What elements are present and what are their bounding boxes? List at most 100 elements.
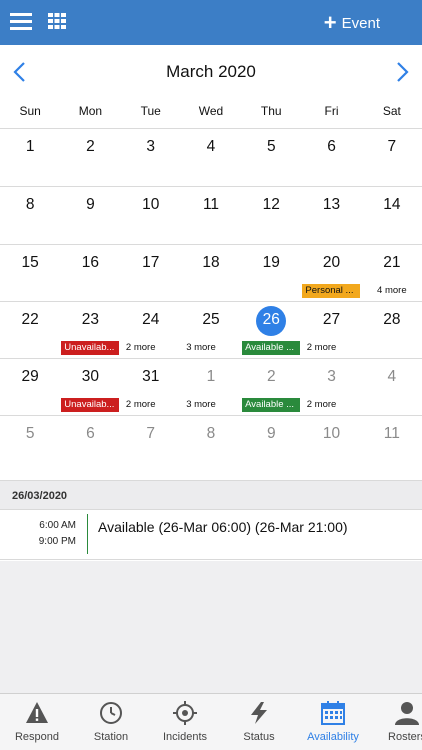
calendar-week: 5 6 7 8 9 10 11 <box>0 415 422 472</box>
day-number: 18 <box>202 254 220 271</box>
calendar-day[interactable]: 7 <box>362 129 422 186</box>
calendar-day[interactable]: 15 <box>0 245 60 301</box>
bottom-tab-bar: Respond Station Incidents Status Availab… <box>0 693 422 750</box>
day-number: 28 <box>383 311 401 328</box>
calendar-day[interactable]: 8 <box>0 187 60 244</box>
calendar-day[interactable]: 17 <box>121 245 181 301</box>
day-number: 11 <box>202 196 220 213</box>
clock-icon <box>100 702 122 724</box>
agenda-date-header: 26/03/2020 <box>0 480 422 510</box>
day-number: 17 <box>142 254 160 271</box>
calendar-day[interactable]: 5 <box>0 416 60 472</box>
more-events-link[interactable]: 3 more <box>161 399 241 410</box>
calendar-day[interactable]: 1 3 more <box>181 359 241 415</box>
tab-rosters[interactable]: Rosters <box>370 694 422 750</box>
personal-event-badge[interactable]: Personal ... <box>302 284 361 298</box>
day-number: 21 <box>383 254 401 271</box>
calendar-day[interactable]: 3 <box>121 129 181 186</box>
day-number: 1 <box>206 368 216 385</box>
calendar-day[interactable]: 16 <box>60 245 120 301</box>
day-number: 20 <box>322 254 341 271</box>
day-number: 8 <box>206 425 216 442</box>
calendar-day[interactable]: 9 <box>60 187 120 244</box>
day-number: 14 <box>383 196 401 213</box>
hamburger-menu-icon[interactable] <box>10 11 32 31</box>
calendar-day[interactable]: 12 <box>241 187 301 244</box>
day-number: 1 <box>25 138 35 155</box>
weekday-label: Mon <box>78 104 103 118</box>
day-number: 15 <box>21 254 39 271</box>
tab-station[interactable]: Station <box>74 694 148 750</box>
calendar-day[interactable]: 21 4 more <box>362 245 422 301</box>
day-number: 25 <box>202 311 220 328</box>
tab-label: Rosters <box>388 731 422 743</box>
calendar-week: 15 16 17 18 19 20 Personal ... 21 4 more <box>0 244 422 301</box>
agenda-event-item[interactable]: 6:00 AM 9:00 PM Available (26-Mar 06:00)… <box>0 510 422 560</box>
calendar-day[interactable]: 5 <box>241 129 301 186</box>
day-number: 6 <box>327 138 336 155</box>
tab-respond[interactable]: Respond <box>0 694 74 750</box>
day-number: 6 <box>86 425 95 442</box>
calendar-week: 1 2 3 4 5 6 7 <box>0 128 422 186</box>
day-number: 5 <box>25 425 35 442</box>
weekday-label: Wed <box>198 104 224 118</box>
calendar-day[interactable]: 4 <box>362 359 422 415</box>
weekday-label: Tue <box>140 104 161 118</box>
calendar-week: 22 23 Unavailab... 24 2 more 25 3 more 2… <box>0 301 422 358</box>
calendar-day[interactable]: 11 <box>181 187 241 244</box>
calendar-day[interactable]: 6 <box>60 416 120 472</box>
add-event-label: Event <box>341 14 380 32</box>
calendar-day[interactable]: 11 <box>362 416 422 472</box>
calendar-day[interactable]: 1 <box>0 129 60 186</box>
calendar-day[interactable]: 13 <box>301 187 361 244</box>
calendar-day[interactable]: 10 <box>121 187 181 244</box>
calendar-week: 8 9 10 11 12 13 14 <box>0 186 422 244</box>
day-number: 7 <box>146 425 156 442</box>
calendar-day[interactable]: 8 <box>181 416 241 472</box>
more-events-link[interactable]: 4 more <box>362 285 422 296</box>
day-number: 9 <box>86 196 95 213</box>
calendar-day[interactable]: 28 <box>362 302 422 358</box>
day-number: 10 <box>322 425 341 442</box>
day-number: 7 <box>387 138 397 155</box>
warning-icon <box>26 702 48 723</box>
calendar-day[interactable]: 22 <box>0 302 60 358</box>
more-events-link[interactable]: 3 more <box>161 342 241 353</box>
calendar-day[interactable]: 14 <box>362 187 422 244</box>
weekday-label: Sun <box>19 104 41 118</box>
calendar-day[interactable]: 2 <box>60 129 120 186</box>
day-number: 16 <box>81 254 100 271</box>
add-event-button[interactable]: + Event <box>324 12 380 34</box>
day-number: 19 <box>262 254 280 271</box>
day-number: 3 <box>146 138 156 155</box>
calendar-icon <box>321 701 345 725</box>
agenda-date: 26/03/2020 <box>12 490 68 502</box>
top-bar: + Event <box>0 0 422 45</box>
grid-icon[interactable] <box>48 13 66 29</box>
calendar-day[interactable]: 7 <box>121 416 181 472</box>
tab-status[interactable]: Status <box>222 694 296 750</box>
calendar-week: 29 30 Unavailab... 31 2 more 1 3 more 2 … <box>0 358 422 415</box>
calendar-day[interactable]: 18 <box>181 245 241 301</box>
calendar-day[interactable]: 19 <box>241 245 301 301</box>
day-number: 2 <box>266 368 276 385</box>
calendar-day[interactable]: 20 Personal ... <box>301 245 361 301</box>
calendar-day[interactable]: 4 <box>181 129 241 186</box>
calendar-day[interactable]: 27 2 more <box>301 302 361 358</box>
calendar-day[interactable]: 9 <box>241 416 301 472</box>
calendar-day[interactable]: 10 <box>301 416 361 472</box>
more-events-link[interactable]: 2 more <box>281 342 361 353</box>
day-number: 24 <box>142 311 160 328</box>
event-end-time: 9:00 PM <box>38 536 76 547</box>
tab-availability[interactable]: Availability <box>296 694 370 750</box>
more-events-link[interactable]: 2 more <box>281 399 361 410</box>
calendar-day[interactable]: 29 <box>0 359 60 415</box>
day-number: 31 <box>142 368 160 385</box>
tab-incidents[interactable]: Incidents <box>148 694 222 750</box>
calendar-day[interactable]: 3 2 more <box>301 359 361 415</box>
month-header: March 2020 <box>0 54 422 90</box>
calendar-day[interactable]: 25 3 more <box>181 302 241 358</box>
event-color-bar <box>87 514 88 554</box>
calendar-day[interactable]: 6 <box>301 129 361 186</box>
next-month-chevron-icon[interactable] <box>390 60 412 84</box>
